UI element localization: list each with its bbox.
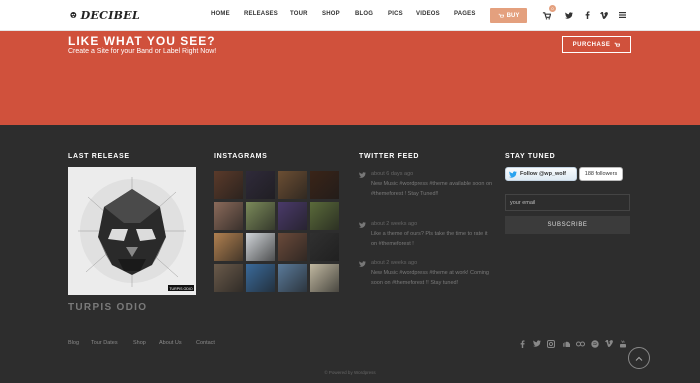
twitter-icon [565, 11, 573, 19]
buy-label: BUY [506, 12, 520, 19]
social-spotify[interactable] [590, 339, 599, 348]
vimeo-link[interactable] [598, 9, 610, 21]
social-twitter[interactable] [532, 339, 541, 348]
cart-button[interactable]: 0 [540, 5, 556, 21]
twitter-bird-icon [359, 172, 366, 178]
powered-by-text: © Powered by Wordpress [324, 370, 376, 375]
footer-link-contact[interactable]: Contact [196, 340, 215, 346]
site-logo[interactable]: DECIBEL [70, 6, 140, 24]
back-to-top-button[interactable] [628, 347, 650, 369]
instagram-icon [546, 339, 555, 348]
instagrams-title: INSTAGRAMS [214, 153, 268, 160]
promo-subtitle: Create a Site for your Band or Label Rig… [68, 48, 217, 55]
instagram-photo[interactable] [310, 264, 339, 292]
social-lastfm[interactable] [576, 339, 585, 348]
footer-link-about-us[interactable]: About Us [159, 340, 182, 346]
facebook-icon [585, 11, 590, 19]
instagram-photo[interactable] [278, 264, 307, 292]
instagram-photo[interactable] [278, 171, 307, 199]
footer-link-blog[interactable]: Blog [68, 340, 79, 346]
purchase-button[interactable]: PURCHASE [562, 36, 631, 53]
instagram-photo[interactable] [246, 264, 275, 292]
cart-small-icon [498, 13, 504, 18]
youtube-icon [619, 339, 626, 347]
email-field[interactable] [505, 194, 630, 211]
nav-videos[interactable]: VIDEOS [416, 11, 440, 17]
cart-icon [542, 11, 551, 20]
nav-shop[interactable]: SHOP [322, 11, 340, 17]
skull-logo-icon [70, 12, 77, 18]
social-facebook[interactable] [518, 339, 527, 348]
instagram-photo[interactable] [310, 171, 339, 199]
stay-tuned-title: STAY TUNED [505, 153, 556, 160]
spotify-icon [590, 339, 599, 348]
cart-icon [614, 42, 621, 47]
social-instagram[interactable] [546, 339, 555, 348]
release-cover-image[interactable]: TURPIS ODIO [68, 167, 196, 295]
twitter-feed-title: TWITTER FEED [359, 153, 420, 160]
tweet-text: New Music #wordpress #theme at work! Com… [371, 270, 489, 286]
instagram-photo[interactable] [310, 233, 339, 261]
instagram-photo[interactable] [246, 171, 275, 199]
instagram-photo[interactable] [278, 202, 307, 230]
tweet-text: Like a theme of ours? Pls take the time … [371, 231, 488, 247]
facebook-icon [520, 339, 525, 348]
nav-pics[interactable]: PICS [388, 11, 403, 17]
twitter-bird-icon [359, 261, 366, 267]
instagram-photo[interactable] [246, 202, 275, 230]
twitter-bird-icon [359, 222, 366, 228]
nav-pages[interactable]: PAGES [454, 11, 476, 17]
nav-releases[interactable]: RELEASES [244, 11, 278, 17]
menu-button[interactable] [616, 9, 628, 21]
vimeo-icon [600, 11, 608, 19]
instagram-photo[interactable] [310, 202, 339, 230]
footer-link-tour-dates[interactable]: Tour Dates [91, 340, 118, 346]
footer-link-shop[interactable]: Shop [133, 340, 146, 346]
facebook-link[interactable] [581, 9, 593, 21]
twitter-icon [532, 340, 541, 347]
nav-blog[interactable]: BLOG [355, 11, 373, 17]
cart-count-badge: 0 [549, 5, 556, 12]
art-tag: TURPIS ODIO [169, 287, 193, 291]
chevron-up-icon [635, 356, 643, 361]
release-artwork: TURPIS ODIO [68, 167, 196, 295]
instagram-photo[interactable] [214, 233, 243, 261]
tweet-time[interactable]: about 2 weeks ago [371, 260, 417, 266]
social-vimeo[interactable] [604, 339, 613, 348]
instagram-grid [214, 171, 341, 295]
vimeo-icon [604, 340, 613, 347]
tweet-time[interactable]: about 2 weeks ago [371, 221, 417, 227]
soundcloud-icon [563, 341, 570, 347]
release-title[interactable]: TURPIS ODIO [68, 302, 147, 313]
follow-label: Follow @wp_wolf [520, 171, 566, 177]
site-header: DECIBEL HOME RELEASES TOUR SHOP BLOG PIC… [0, 0, 700, 31]
buy-button[interactable]: BUY [490, 8, 527, 23]
instagram-photo[interactable] [214, 264, 243, 292]
nav-tour[interactable]: TOUR [290, 11, 308, 17]
lastfm-icon [576, 341, 585, 346]
twitter-icon [509, 170, 517, 178]
twitter-link[interactable] [563, 9, 575, 21]
instagram-photo[interactable] [246, 233, 275, 261]
promo-title: LIKE WHAT YOU SEE? [68, 34, 216, 48]
tweet-time[interactable]: about 6 days ago [371, 171, 413, 177]
instagram-photo[interactable] [278, 233, 307, 261]
instagram-photo[interactable] [214, 202, 243, 230]
subscribe-button[interactable]: SUBSCRIBE [505, 216, 630, 234]
last-release-title: LAST RELEASE [68, 153, 130, 160]
menu-icon [618, 12, 626, 18]
promo-banner: LIKE WHAT YOU SEE? Create a Site for you… [0, 31, 700, 125]
purchase-label: PURCHASE [572, 41, 611, 48]
tweet-text: New Music #wordpress #theme available so… [371, 181, 493, 197]
social-youtube[interactable] [618, 339, 627, 348]
social-soundcloud[interactable] [561, 339, 570, 348]
logo-text: DECIBEL [80, 8, 140, 22]
followers-count: 188 followers [579, 167, 623, 181]
instagram-photo[interactable] [214, 171, 243, 199]
nav-home[interactable]: HOME [211, 11, 230, 17]
twitter-follow-button[interactable]: Follow @wp_wolf [505, 167, 577, 181]
